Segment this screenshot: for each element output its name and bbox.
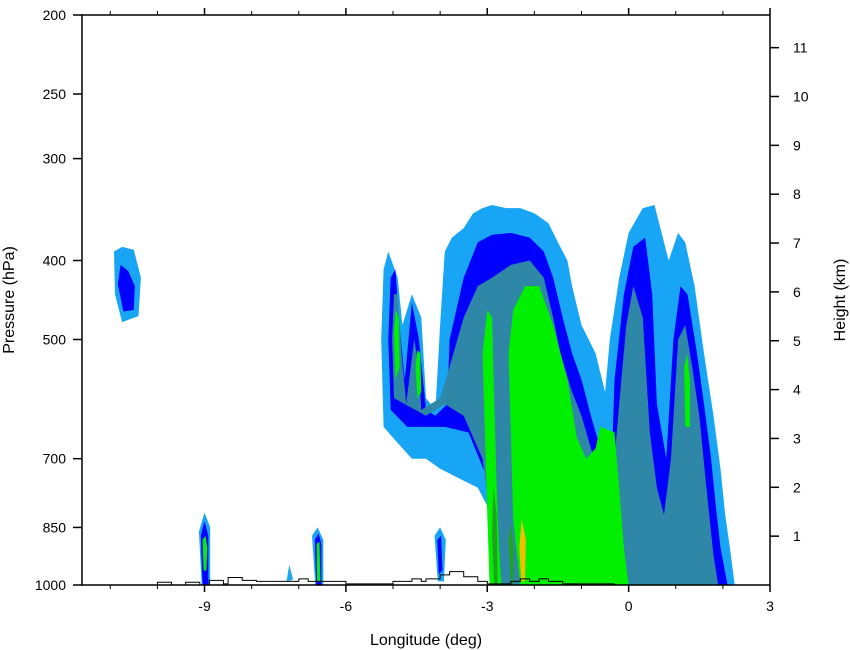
y-axis-right-label: Height (km) (832, 259, 849, 342)
y-right-tick-label: 6 (793, 284, 801, 300)
y-axis-left-label: Pressure (hPa) (1, 246, 18, 354)
y-left-tick-label: 700 (43, 451, 67, 467)
y-left-tick-label: 500 (43, 332, 67, 348)
y-left-tick-label: 1000 (35, 577, 66, 593)
y-left-tick-label: 400 (43, 252, 67, 268)
x-tick-label: -9 (198, 598, 211, 614)
y-left-tick-label: 200 (43, 7, 67, 23)
contour-region-5 (286, 565, 294, 582)
y-right-tick-label: 4 (793, 382, 801, 398)
y-right-tick-label: 1 (793, 528, 801, 544)
y-left-tick-label: 850 (43, 519, 67, 535)
x-tick-label: -3 (481, 598, 494, 614)
y-right-tick-label: 10 (793, 89, 809, 105)
y-right-tick-label: 11 (793, 40, 808, 56)
y-right-tick-label: 2 (793, 479, 801, 495)
x-tick-label: 3 (766, 598, 774, 614)
x-tick-label: -6 (340, 598, 353, 614)
y-right-tick-label: 9 (793, 137, 801, 153)
y-left-tick-label: 300 (43, 151, 67, 167)
y-axis-right: 1 2 3 4 5 6 7 8 9 10 11 (770, 40, 809, 544)
contour-chart: -9 -6 -3 0 3 1000 850 700 500 400 300 250 200 1 2 3 4 5… (1, 7, 849, 649)
y-right-tick-label: 5 (793, 333, 801, 349)
contour-fills (114, 205, 735, 585)
y-right-tick-label: 8 (793, 186, 801, 202)
y-right-tick-label: 7 (793, 235, 801, 251)
y-left-tick-label: 250 (43, 86, 67, 102)
y-right-tick-label: 3 (793, 430, 801, 446)
y-axis-left: 1000 850 700 500 400 300 250 200 (35, 7, 82, 593)
x-axis-label: Longitude (deg) (370, 632, 482, 649)
x-tick-label: 0 (625, 598, 633, 614)
